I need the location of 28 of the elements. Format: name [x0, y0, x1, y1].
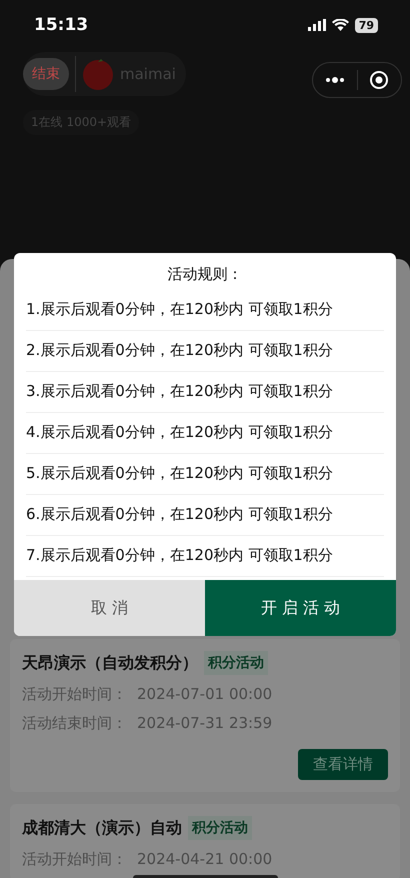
- apple-avatar-icon: [82, 58, 114, 90]
- signal-icon: [308, 19, 326, 31]
- time-label: 活动开始时间：: [22, 685, 127, 704]
- activity-title: 天昂演示（自动发积分）: [22, 652, 198, 674]
- cancel-button[interactable]: 取 消: [14, 580, 205, 636]
- time-value: 2024-04-21 00:00: [137, 850, 272, 869]
- time-label: 活动结束时间：: [22, 714, 127, 733]
- close-icon[interactable]: [369, 70, 390, 90]
- details-button[interactable]: 查看详情: [298, 749, 388, 780]
- rule-text: 6.展示后观看0分钟，在120秒内 可领取1积分: [26, 495, 384, 536]
- wifi-icon: [332, 19, 349, 31]
- rule-text: 4.展示后观看0分钟，在120秒内 可领取1积分: [26, 413, 384, 454]
- rule-text: 2.展示后观看0分钟，在120秒内 可领取1积分: [26, 331, 384, 372]
- time-value: 2024-07-31 23:59: [137, 714, 272, 733]
- time-label: 活动开始时间：: [22, 850, 127, 869]
- activity-title: 成都清大（演示）自动: [22, 818, 182, 838]
- activity-tag: 积分活动: [188, 816, 252, 840]
- more-icon[interactable]: [324, 77, 345, 83]
- rule-text: 5.展示后观看0分钟，在120秒内 可领取1积分: [26, 454, 384, 495]
- rule-text: 3.展示后观看0分钟，在120秒内 可领取1积分: [26, 372, 384, 413]
- battery-level: 79: [354, 18, 378, 32]
- rule-text: 1.展示后观看0分钟，在120秒内 可领取1积分: [26, 290, 384, 331]
- time-value: 2024-07-01 00:00: [137, 685, 272, 704]
- rule-text: 7.展示后观看0分钟，在120秒内 可领取1积分: [26, 536, 384, 577]
- status-time: 15:13: [34, 15, 88, 35]
- activity-tag: 积分活动: [204, 651, 268, 675]
- start-activity-button[interactable]: 开 启 活 动: [205, 580, 396, 636]
- dialog-title: 活动规则：: [166, 264, 244, 285]
